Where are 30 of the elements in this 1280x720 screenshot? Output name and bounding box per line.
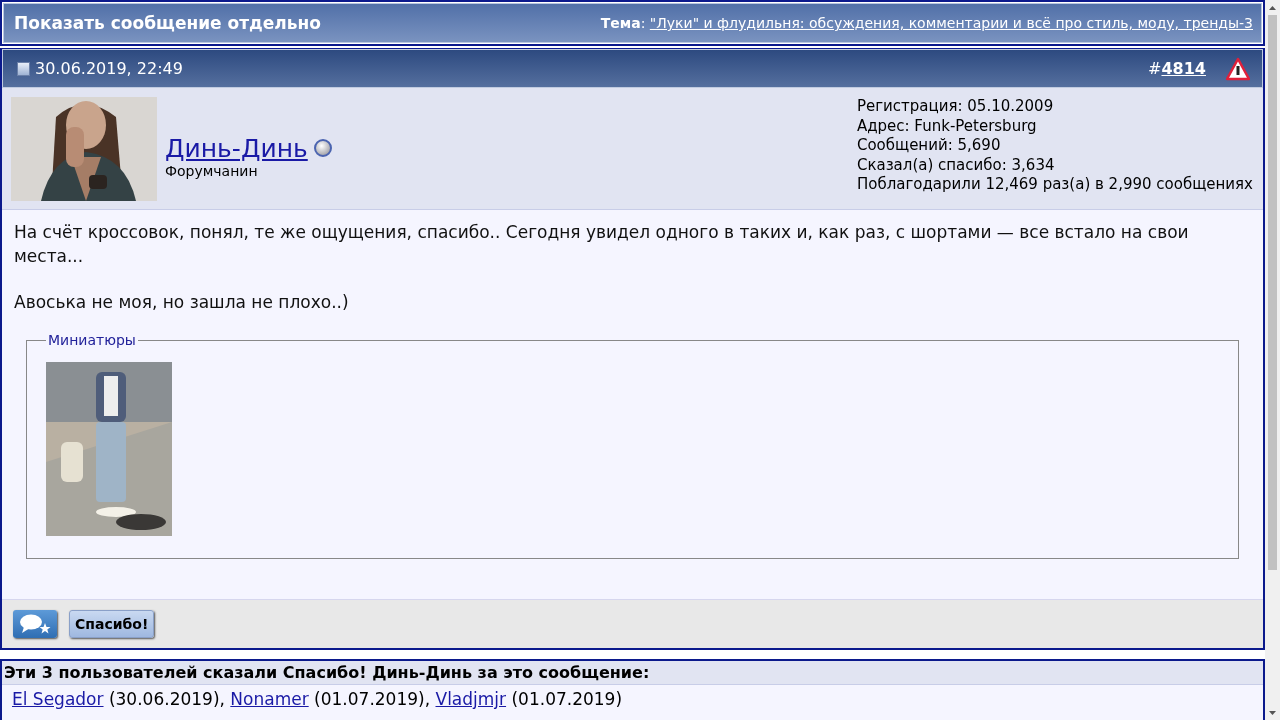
user-stat: Сказал(а) спасибо: 3,634 bbox=[856, 155, 1056, 175]
user-link[interactable]: El Segador bbox=[12, 689, 104, 709]
post-text: Авоська не моя, но зашла не плохо..) bbox=[14, 291, 350, 314]
thanks-date: (30.06.2019), bbox=[108, 689, 225, 709]
thanks-title: Эти 3 пользователей сказали Спасибо! Динь-Динь за это сообщение: bbox=[2, 661, 1263, 685]
post-text: На счёт кроссовок, понял, те же ощущения, спасибо.. Сегодня увидел одного в таких и, как раз, с шортами — все встало на свои места... bbox=[14, 221, 1190, 268]
thanks-date: (01.07.2019), bbox=[314, 689, 431, 709]
page-title: Показать сообщение отдельно bbox=[14, 13, 321, 33]
thanks-button[interactable]: Спасибо! bbox=[69, 610, 155, 638]
user-link[interactable]: Nonamer bbox=[230, 689, 309, 709]
topic-link[interactable]: "Луки" и флудильня: обсуждения, комментарии и всё про стиль, моду, тренды-3 bbox=[649, 15, 1253, 31]
user-stat: Поблагодарили 12,469 раз(а) в 2,990 сообщениях bbox=[856, 175, 1253, 195]
speech-bubble-star-icon bbox=[18, 613, 52, 635]
topic-label: Тема bbox=[600, 15, 641, 31]
user-link[interactable]: Vladjmjr bbox=[435, 689, 507, 709]
thanks-date: (01.07.2019) bbox=[511, 689, 623, 709]
username-link[interactable]: Динь-Динь bbox=[165, 133, 308, 163]
user-stat: Адрес: Funk-Petersburg bbox=[856, 116, 1038, 136]
attachments-legend: Миниатюры bbox=[46, 332, 138, 348]
document-icon bbox=[17, 61, 30, 76]
post-number-link[interactable]: 4814 bbox=[1161, 59, 1206, 78]
user-stat: Сообщений: 5,690 bbox=[856, 136, 1002, 156]
warning-icon[interactable] bbox=[1226, 56, 1250, 81]
post-date: 30.06.2019, 22:49 bbox=[35, 59, 183, 78]
quote-button[interactable] bbox=[13, 610, 57, 638]
user-rank: Форумчанин bbox=[165, 162, 259, 179]
post-number-prefix: # bbox=[1148, 59, 1162, 78]
topic-separator: : bbox=[640, 15, 647, 31]
user-stat: Регистрация: 05.10.2009 bbox=[856, 97, 1055, 117]
scrollbar-thumb[interactable] bbox=[1268, 15, 1277, 570]
